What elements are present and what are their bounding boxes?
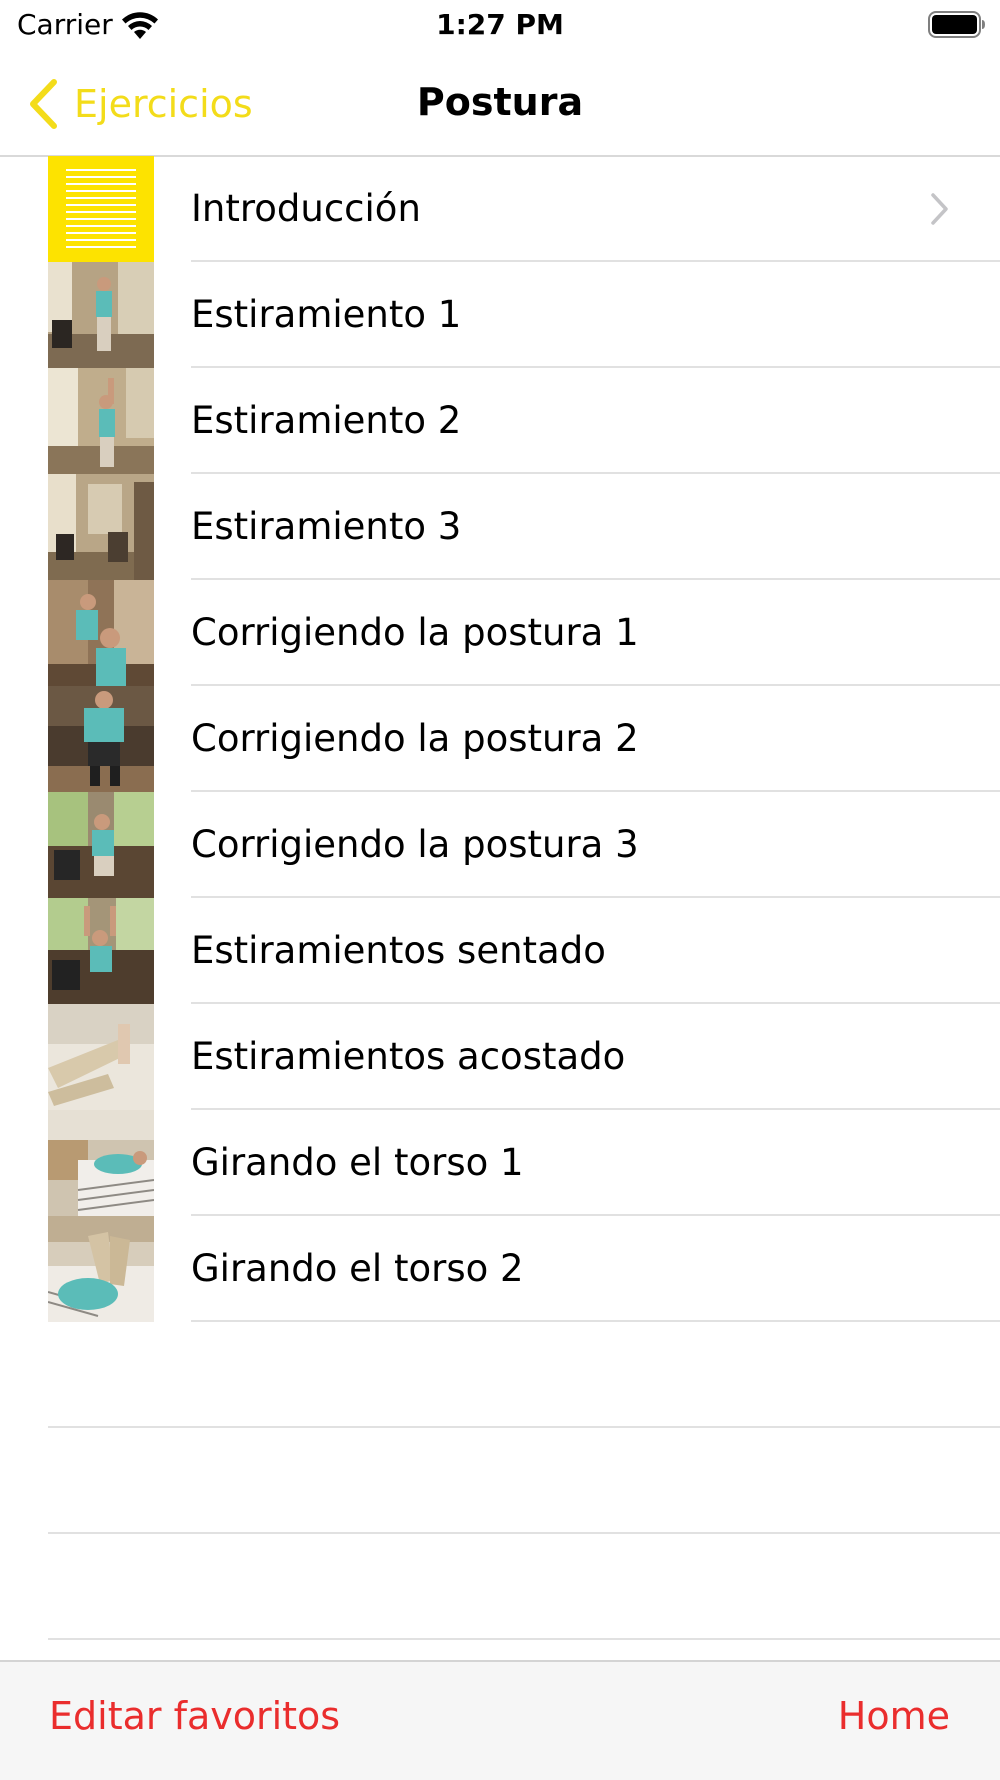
row-separator (48, 1638, 1000, 1640)
video-thumbnail (48, 1216, 154, 1322)
list-item-estiramientos-sentado[interactable]: Estiramientos sentado (0, 898, 1000, 1004)
status-time: 1:27 PM (436, 8, 564, 41)
list-item-label: Introducción (191, 187, 421, 230)
chevron-right-icon (931, 193, 948, 225)
list-item-label: Estiramientos sentado (191, 929, 606, 972)
video-thumbnail (48, 686, 154, 792)
bottom-toolbar: Editar favoritos Home (0, 1660, 1000, 1780)
list-item-label: Estiramientos acostado (191, 1035, 626, 1078)
video-thumbnail (48, 1110, 154, 1216)
list-item-corrigiendo-postura-3[interactable]: Corrigiendo la postura 3 (0, 792, 1000, 898)
list-icon (48, 156, 154, 262)
battery-icon (928, 11, 985, 38)
list-item-label: Estiramiento 1 (191, 293, 462, 336)
video-thumbnail (48, 262, 154, 368)
list-item-estiramiento-2[interactable]: Estiramiento 2 (0, 368, 1000, 474)
empty-row (0, 1428, 1000, 1534)
video-thumbnail (48, 474, 154, 580)
list-item-label: Girando el torso 1 (191, 1141, 524, 1184)
video-thumbnail (48, 898, 154, 1004)
list-item-label: Corrigiendo la postura 2 (191, 717, 639, 760)
video-thumbnail (48, 580, 154, 686)
video-thumbnail (48, 368, 154, 474)
list-item-girando-torso-1[interactable]: Girando el torso 1 (0, 1110, 1000, 1216)
exercise-list: Introducción Estiramiento 1 Estiramiento… (0, 156, 1000, 1640)
list-item-estiramientos-acostado[interactable]: Estiramientos acostado (0, 1004, 1000, 1110)
list-item-estiramiento-3[interactable]: Estiramiento 3 (0, 474, 1000, 580)
list-item-label: Corrigiendo la postura 3 (191, 823, 639, 866)
list-item-estiramiento-1[interactable]: Estiramiento 1 (0, 262, 1000, 368)
list-item-introduccion[interactable]: Introducción (0, 156, 1000, 262)
empty-row (0, 1534, 1000, 1640)
list-item-corrigiendo-postura-2[interactable]: Corrigiendo la postura 2 (0, 686, 1000, 792)
status-bar: Carrier 1:27 PM (0, 0, 1000, 52)
list-item-label: Estiramiento 3 (191, 505, 462, 548)
list-item-label: Girando el torso 2 (191, 1247, 524, 1290)
list-item-label: Estiramiento 2 (191, 399, 462, 442)
list-item-girando-torso-2[interactable]: Girando el torso 2 (0, 1216, 1000, 1322)
edit-favorites-button[interactable]: Editar favoritos (49, 1694, 340, 1738)
empty-row (0, 1322, 1000, 1428)
list-item-corrigiendo-postura-1[interactable]: Corrigiendo la postura 1 (0, 580, 1000, 686)
page-title: Postura (416, 80, 584, 124)
list-item-label: Corrigiendo la postura 1 (191, 611, 639, 654)
video-thumbnail (48, 1004, 154, 1110)
home-button[interactable]: Home (838, 1694, 950, 1738)
video-thumbnail (48, 792, 154, 898)
navigation-bar: Ejercicios Postura (0, 52, 1000, 157)
